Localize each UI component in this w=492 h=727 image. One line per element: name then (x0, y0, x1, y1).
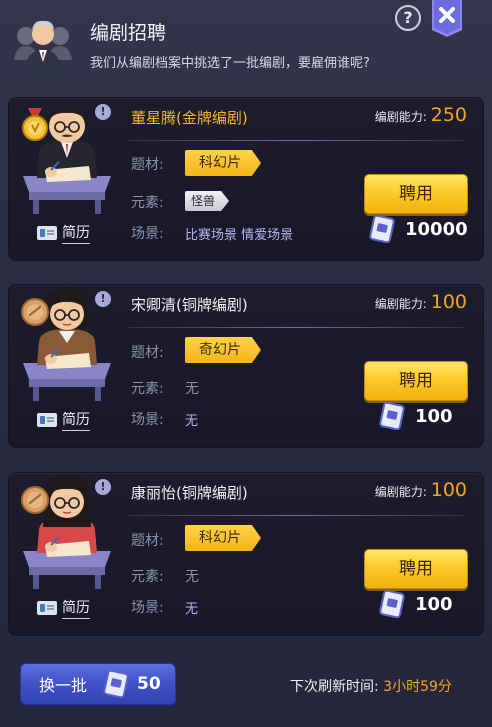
hire-cost: 100 (379, 402, 453, 430)
info-icon[interactable]: ! (95, 479, 111, 495)
scene-label: 场景: (131, 412, 164, 428)
scene-value: 无 (185, 414, 199, 429)
next-refresh: 下次刷新时间: 3小时59分 (290, 676, 452, 696)
writer-ability: 编剧能力: 100 (375, 291, 467, 313)
genre-label: 题材: (131, 345, 164, 361)
recruit-panel: 编剧招聘 我们从编剧档案中挑选了一批编剧，要雇佣谁呢? ? ! 简历 董星腾(金… (0, 0, 492, 727)
script-coupon-icon (103, 670, 129, 698)
writer-name: 宋卿清(铜牌编剧) (131, 296, 248, 314)
writer-name: 董星腾(金牌编剧) (131, 109, 248, 127)
element-value: 无 (185, 569, 199, 585)
ability-value: 100 (430, 479, 467, 501)
next-refresh-time: 3小时59分 (383, 679, 452, 695)
genre-tag: 奇幻片 (185, 337, 261, 363)
refresh-label: 换一批 (39, 676, 88, 695)
script-coupon-icon (379, 590, 405, 618)
scene-label: 场景: (131, 226, 164, 242)
resume-label: 简历 (62, 597, 90, 619)
cost-value: 100 (415, 593, 453, 615)
refresh-batch-button[interactable]: 换一批 50 (20, 663, 176, 705)
writer-ability: 编剧能力: 250 (375, 104, 467, 126)
info-icon[interactable]: ! (95, 291, 111, 307)
element-tag: 怪兽 (185, 191, 230, 211)
resume-link[interactable]: 简历 (37, 409, 90, 431)
scene-label: 场景: (131, 600, 164, 616)
bronze-medal-icon (21, 298, 49, 326)
genre-label: 题材: (131, 157, 164, 173)
script-coupon-icon (369, 215, 395, 243)
element-value: 无 (185, 381, 199, 397)
refresh-cost: 50 (137, 674, 161, 694)
ability-label: 编剧能力: (374, 297, 427, 311)
ability-label: 编剧能力: (374, 110, 427, 124)
element-label: 元素: (131, 569, 164, 585)
writer-ability: 编剧能力: 100 (375, 479, 467, 501)
divider (127, 140, 465, 141)
resume-label: 简历 (62, 222, 90, 244)
scene-value: 无 (185, 602, 199, 617)
bronze-medal-icon (21, 486, 49, 514)
resume-link[interactable]: 简历 (37, 597, 90, 619)
id-card-icon (37, 601, 57, 615)
resume-label: 简历 (62, 409, 90, 431)
cost-value: 10000 (405, 218, 468, 240)
page-subtitle: 我们从编剧档案中挑选了一批编剧，要雇佣谁呢? (90, 56, 370, 71)
candidate-card: ! 简历 董星腾(金牌编剧) 编剧能力: 250 题材: 科幻片 元素: 怪兽 … (8, 97, 484, 261)
help-button[interactable]: ? (395, 5, 421, 31)
divider (127, 327, 465, 328)
genre-tag: 科幻片 (185, 525, 261, 551)
genre-label: 题材: (131, 533, 164, 549)
scene-value: 比赛场景 情爱场景 (185, 228, 294, 243)
ability-value: 100 (430, 291, 467, 313)
hire-button[interactable]: 聘用 (364, 549, 468, 589)
hire-button[interactable]: 聘用 (364, 174, 468, 214)
next-refresh-label: 下次刷新时间: (290, 679, 379, 695)
writer-name: 康丽怡(铜牌编剧) (131, 484, 248, 502)
id-card-icon (37, 413, 57, 427)
divider (127, 515, 465, 516)
candidate-card: ! 简历 宋卿清(铜牌编剧) 编剧能力: 100 题材: 奇幻片 元素: 无 场… (8, 284, 484, 448)
candidate-card: ! 简历 康丽怡(铜牌编剧) 编剧能力: 100 题材: 科幻片 元素: 无 场… (8, 472, 484, 636)
hire-cost: 10000 (369, 215, 468, 243)
genre-tag: 科幻片 (185, 150, 261, 176)
header: 编剧招聘 我们从编剧档案中挑选了一批编剧，要雇佣谁呢? ? (0, 0, 492, 86)
ability-label: 编剧能力: (374, 485, 427, 499)
info-icon[interactable]: ! (95, 104, 111, 120)
gold-medal-icon (22, 108, 48, 141)
element-label: 元素: (131, 381, 164, 397)
resume-link[interactable]: 简历 (37, 222, 90, 244)
element-label: 元素: (131, 195, 164, 211)
ability-value: 250 (430, 104, 467, 126)
close-icon[interactable] (432, 0, 462, 38)
page-title: 编剧招聘 (90, 22, 167, 44)
hire-button[interactable]: 聘用 (364, 361, 468, 401)
id-card-icon (37, 226, 57, 240)
hire-cost: 100 (379, 590, 453, 618)
cost-value: 100 (415, 405, 453, 427)
staff-group-icon (14, 20, 72, 72)
script-coupon-icon (379, 402, 405, 430)
